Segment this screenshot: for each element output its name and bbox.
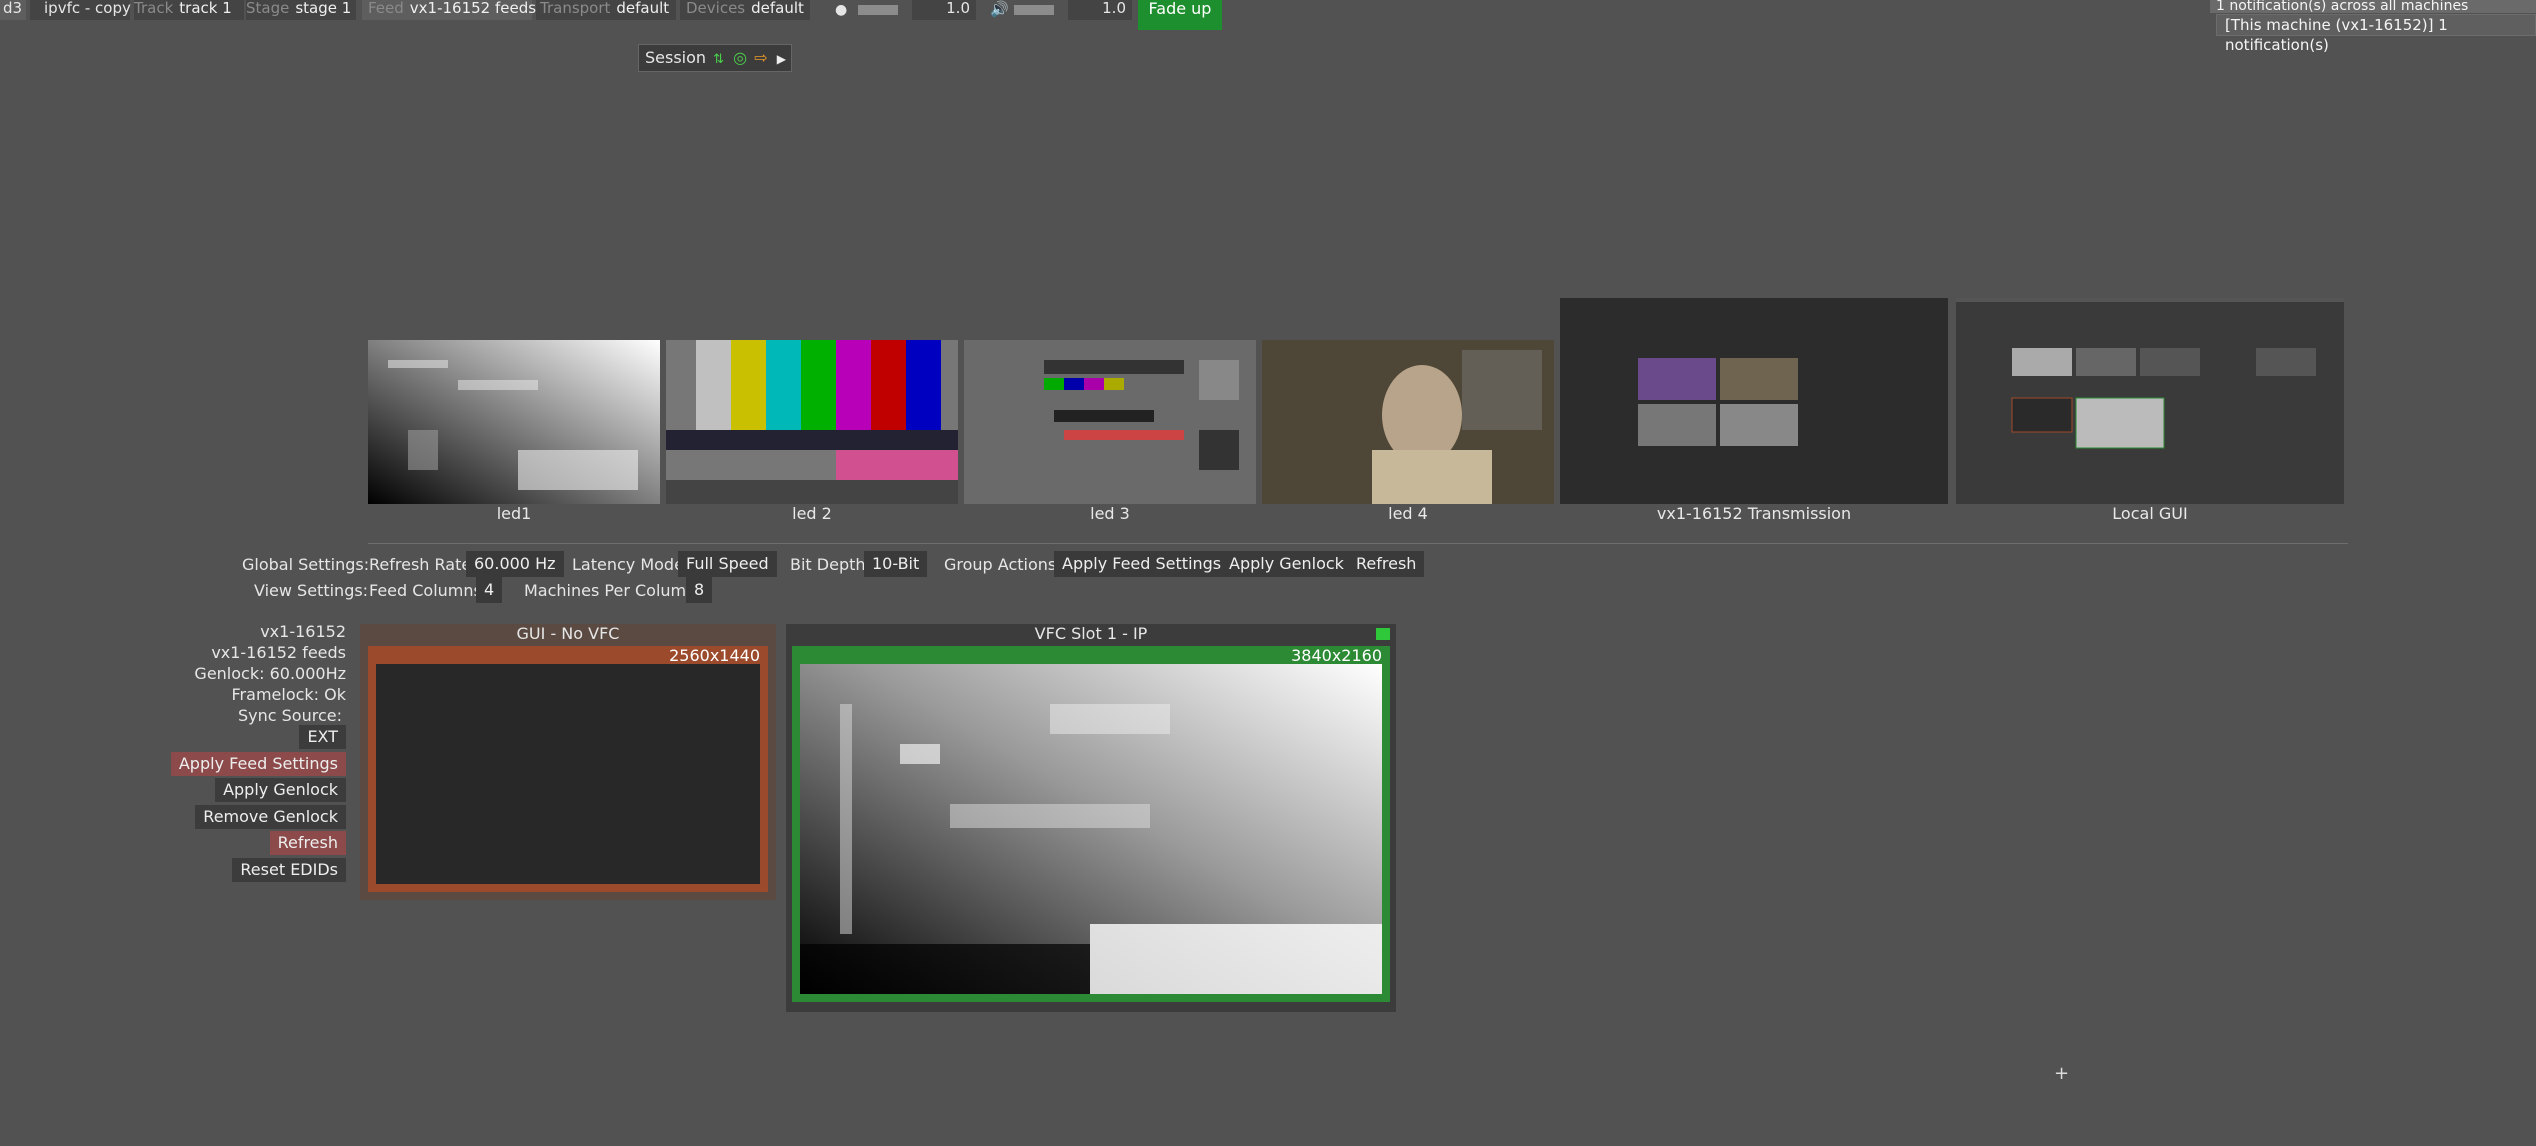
app-menu[interactable]: d3: [0, 0, 26, 20]
output-preview-vfc: [800, 664, 1382, 994]
feed-label-led1: led1: [496, 504, 532, 523]
sync-source-label: Sync Source:: [238, 706, 342, 725]
feed-thumbnail-transmission[interactable]: [1560, 298, 1948, 504]
brightness-field[interactable]: 1.0: [912, 0, 976, 20]
feed-selector[interactable]: Feed vx1-16152 feeds: [362, 0, 536, 20]
latency-mode-field[interactable]: Full Speed: [678, 551, 777, 577]
project-selector[interactable]: ipvfc - copy: [30, 0, 131, 20]
refresh-button[interactable]: Refresh: [269, 831, 346, 855]
global-settings-label: Global Settings:: [242, 555, 370, 574]
feed-label-local-gui: Local GUI: [2112, 504, 2188, 523]
refresh-rate-field[interactable]: 60.000 Hz: [466, 551, 564, 577]
genlock-status: Genlock: 60.000Hz: [194, 664, 346, 683]
stage-label: Stage: [246, 0, 290, 17]
feed-thumbnail-led4[interactable]: [1262, 340, 1554, 504]
feed-label-led2: led 2: [792, 504, 832, 523]
feed-thumbnail-local-gui[interactable]: [1956, 298, 2344, 504]
divider: [368, 543, 2348, 544]
machine-feeds: vx1-16152 feeds: [211, 643, 346, 662]
machines-per-column-field[interactable]: 8: [686, 577, 713, 603]
framelock-status: Framelock: Ok: [231, 685, 346, 704]
machine-panel: vx1-16152 vx1-16152 feeds Genlock: 60.00…: [150, 622, 346, 892]
refresh-rate-label: Refresh Rate: [369, 555, 472, 574]
brightness-slider[interactable]: [858, 5, 898, 15]
feed-value: vx1-16152 feeds: [409, 0, 537, 17]
target-icon[interactable]: ◎: [733, 48, 747, 67]
group-apply-genlock-button[interactable]: Apply Genlock: [1221, 551, 1352, 577]
output-card-vfc[interactable]: VFC Slot 1 - IP 3840x2160: [786, 624, 1396, 1012]
feed-thumbnail-led1[interactable]: [368, 340, 660, 504]
group-refresh-button[interactable]: Refresh: [1348, 551, 1425, 577]
play-icon[interactable]: ▶: [777, 52, 786, 66]
project-name: ipvfc - copy: [44, 0, 131, 17]
feed-columns-label: Feed Columns: [369, 581, 482, 600]
output-title-gui: GUI - No VFC: [516, 624, 620, 643]
transport-selector[interactable]: Transport default: [536, 0, 676, 20]
session-widget[interactable]: Session ⇅ ◎ ⇨ ▶: [638, 44, 792, 72]
volume-slider[interactable]: [1014, 5, 1054, 15]
output-resolution-vfc: 3840x2160: [1291, 646, 1382, 665]
latency-mode-label: Latency Mode: [572, 555, 684, 574]
feed-label: Feed: [368, 0, 404, 17]
feed-label-led4: led 4: [1388, 504, 1428, 523]
group-apply-feed-settings-button[interactable]: Apply Feed Settings: [1054, 551, 1230, 577]
feed-label-led3: led 3: [1090, 504, 1130, 523]
feed-label-transmission: vx1-16152 Transmission: [1656, 504, 1852, 523]
volume-icon: 🔊: [990, 0, 1009, 18]
led2-preview: [666, 340, 958, 504]
brightness-value: 1.0: [946, 0, 970, 17]
machines-per-column-label: Machines Per Column: [524, 581, 697, 600]
volume-field[interactable]: 1.0: [1068, 0, 1132, 20]
stage-value: stage 1: [295, 0, 352, 17]
bit-depth-field[interactable]: 10-Bit: [864, 551, 928, 577]
reset-edids-button[interactable]: Reset EDIDs: [232, 858, 346, 882]
apply-feed-settings-button[interactable]: Apply Feed Settings: [170, 752, 346, 776]
feed-thumbnail-led2[interactable]: [666, 340, 958, 504]
track-value: track 1: [179, 0, 232, 17]
track-label: Track: [134, 0, 174, 17]
view-settings-label: View Settings:: [254, 581, 369, 600]
top-bar: d3 ipvfc - copy Track track 1 Stage stage …: [0, 0, 1222, 30]
feed-thumbnail-led3[interactable]: [964, 340, 1256, 504]
remove-genlock-button[interactable]: Remove Genlock: [195, 805, 346, 829]
output-resolution-gui: 2560x1440: [669, 646, 760, 665]
led4-preview: [1262, 340, 1554, 504]
vfc-preview-image: [800, 664, 1382, 994]
status-indicator: [1376, 628, 1390, 640]
notification-machine[interactable]: [This machine (vx1-16152)] 1 notificatio…: [2216, 14, 2536, 54]
stage-selector[interactable]: Stage stage 1: [246, 0, 356, 20]
apply-genlock-button[interactable]: Apply Genlock: [215, 778, 346, 802]
feed-columns-field[interactable]: 4: [476, 577, 503, 603]
sync-source-field[interactable]: EXT: [299, 725, 346, 749]
local-gui-preview: [1956, 298, 2344, 449]
devices-selector[interactable]: Devices default: [680, 0, 810, 20]
track-selector[interactable]: Track track 1: [134, 0, 244, 20]
output-frame-gui: 2560x1440: [368, 646, 768, 892]
output-frame-vfc: 3840x2160: [792, 646, 1390, 1002]
machine-name: vx1-16152: [260, 622, 346, 641]
output-preview-gui: [376, 664, 760, 884]
network-icon[interactable]: ⇅: [713, 52, 724, 67]
transport-value: default: [616, 0, 670, 17]
session-label: Session: [645, 48, 707, 67]
bit-depth-label: Bit Depth: [790, 555, 866, 574]
output-title-vfc: VFC Slot 1 - IP: [1034, 624, 1148, 643]
devices-label: Devices: [686, 0, 746, 17]
transport-label: Transport: [540, 0, 611, 17]
transmission-preview: [1638, 358, 1798, 446]
fade-up-button[interactable]: Fade up: [1138, 0, 1222, 30]
exit-icon[interactable]: ⇨: [754, 48, 767, 67]
app-name: d3: [3, 0, 23, 17]
output-card-gui[interactable]: GUI - No VFC 2560x1440: [360, 624, 776, 900]
led3-preview: [964, 340, 1256, 504]
notification-summary[interactable]: 1 notification(s) across all machines: [2210, 0, 2536, 13]
led1-preview: [368, 340, 660, 504]
brightness-icon: ●: [835, 2, 848, 18]
crosshair-cursor-icon: +: [2054, 1063, 2070, 1084]
devices-value: default: [751, 0, 804, 17]
group-actions-label: Group Actions:: [944, 555, 1062, 574]
volume-value: 1.0: [1102, 0, 1126, 17]
